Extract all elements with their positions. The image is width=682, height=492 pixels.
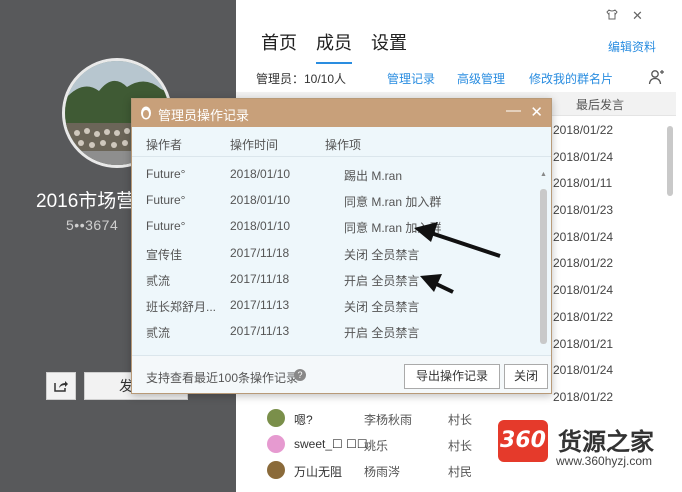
- last-speak-date: 2018/01/22: [553, 256, 614, 271]
- member-avatar: [266, 434, 286, 454]
- member-avatar-fill: [267, 409, 285, 427]
- row-operator: 班长郑舒月...: [146, 299, 217, 314]
- row-operator: 贰流: [146, 326, 171, 341]
- dialog-titlebar[interactable]: 管理员操作记录 — ✕: [132, 99, 551, 127]
- group-name: 2016市场营: [36, 191, 136, 212]
- row-time: 2018/01/10: [230, 219, 291, 234]
- table-row: Future° 2018/01/10 踢出 M.ran: [132, 160, 551, 186]
- admin-log-dialog: 管理员操作记录 — ✕ 操作者 操作时间 操作项 Future° 2018/01…: [131, 98, 552, 394]
- share-icon: [54, 381, 68, 392]
- table-row: 班长郑舒月... 2017/11/13 关闭 全员禁言: [132, 291, 551, 317]
- dialog-minimize-icon[interactable]: —: [506, 102, 521, 119]
- row-operator: Future°: [146, 219, 186, 234]
- member-card: 杨雨涔: [364, 465, 401, 479]
- table-row: 贰流 2017/11/18 开启 全员禁言: [132, 265, 551, 291]
- col-action: 操作项: [325, 138, 362, 152]
- watermark-logo: 360: [498, 420, 548, 462]
- dialog-close-icon[interactable]: ✕: [530, 103, 543, 121]
- row-time: 2018/01/10: [230, 167, 291, 181]
- admin-count: 管理员：10/10人: [256, 72, 347, 86]
- row-action: 同意 M.ran 加入群: [344, 195, 442, 210]
- member-list-scrollbar[interactable]: [667, 118, 673, 418]
- qq-penguin-icon: [140, 105, 152, 123]
- shirt-icon[interactable]: [606, 8, 618, 23]
- dialog-title: 管理员操作记录: [158, 108, 250, 123]
- main-tabs: 首页 成员 设置: [261, 29, 407, 64]
- close-dialog-button[interactable]: 关闭: [504, 364, 548, 389]
- row-operator: 宣传佳: [146, 247, 183, 262]
- member-nick: 嗯?: [294, 413, 313, 427]
- last-speak-date: 2018/01/24: [553, 363, 614, 378]
- last-speak-date: 2018/01/24: [553, 149, 614, 164]
- help-icon[interactable]: ?: [294, 369, 306, 381]
- last-speak-column: 2018/01/22 2018/01/24 2018/01/11 2018/01…: [553, 117, 613, 411]
- row-time: 2017/11/13: [230, 324, 290, 339]
- admin-toolbar: 管理员：10/10人 管理记录 高级管理 修改我的群名片: [256, 70, 666, 86]
- row-time: 2017/11/13: [230, 297, 290, 312]
- group-id: 5••3674: [66, 217, 119, 233]
- dialog-table-header: 操作者 操作时间 操作项: [132, 127, 551, 157]
- last-speak-date: 2018/01/24: [553, 283, 614, 298]
- last-speak-date: 2018/01/11: [553, 176, 613, 191]
- tab-settings[interactable]: 设置: [371, 29, 407, 64]
- records-hint: 支持查看最近100条操作记录: [146, 371, 299, 385]
- row-action: 同意 M.ran 加入群: [344, 221, 442, 236]
- row-time: 2018/01/10: [230, 193, 291, 208]
- dialog-table-body: Future° 2018/01/10 踢出 M.ran Future° 2018…: [132, 157, 551, 343]
- row-action: 关闭 全员禁言: [344, 299, 420, 314]
- table-row: Future° 2018/01/10 同意 M.ran 加入群: [132, 212, 551, 238]
- table-row: 贰流 2017/11/13 开启 全员禁言: [132, 317, 551, 343]
- col-operator: 操作者: [146, 138, 183, 152]
- edit-my-card-link[interactable]: 修改我的群名片: [529, 70, 613, 87]
- last-speak-date: 2018/01/22: [553, 123, 614, 137]
- tab-home[interactable]: 首页: [261, 29, 297, 64]
- row-operator: Future°: [146, 193, 186, 208]
- last-speak-header[interactable]: 最后发言: [576, 96, 624, 113]
- watermark-text: 货源之家: [558, 429, 654, 456]
- row-action: 开启 全员禁言: [344, 273, 420, 288]
- row-action: 关闭 全员禁言: [344, 247, 420, 262]
- tab-members[interactable]: 成员: [316, 29, 352, 64]
- member-row[interactable]: 万山无阻 杨雨涔 村民: [266, 457, 596, 483]
- watermark-url: www.360hyzj.com: [556, 454, 653, 468]
- admin-records-link[interactable]: 管理记录: [387, 70, 435, 87]
- member-card: 李杨秋雨: [364, 413, 413, 427]
- dialog-footer: 支持查看最近100条操作记录 ? 导出操作记录 关闭: [132, 355, 551, 393]
- member-avatar: [266, 460, 286, 480]
- member-role: 村民: [448, 465, 473, 479]
- member-role: 村长: [448, 413, 473, 427]
- col-time: 操作时间: [230, 138, 279, 152]
- member-avatar: [266, 408, 286, 428]
- window-close-icon[interactable]: ✕: [632, 8, 643, 24]
- advanced-manage-link[interactable]: 高级管理: [457, 70, 505, 87]
- row-time: 2017/11/18: [230, 271, 290, 286]
- row-action: 踢出 M.ran: [344, 169, 403, 183]
- last-speak-date: 2018/01/22: [553, 309, 614, 324]
- last-speak-date: 2018/01/24: [553, 229, 614, 244]
- member-card: 姚乐: [364, 439, 389, 453]
- table-row: 宣传佳 2017/11/18 关闭 全员禁言: [132, 239, 551, 265]
- row-operator: 贰流: [146, 273, 171, 288]
- last-speak-date: 2018/01/21: [553, 336, 614, 351]
- share-button[interactable]: [46, 372, 76, 400]
- row-action: 开启 全员禁言: [344, 326, 420, 341]
- member-nick: 万山无阻: [294, 465, 343, 479]
- member-nick: sweet_☐ ☐☐: [294, 437, 368, 451]
- row-time: 2017/11/18: [230, 245, 290, 260]
- member-avatar-fill: [267, 461, 285, 479]
- last-speak-date: 2018/01/23: [553, 203, 614, 218]
- add-member-icon[interactable]: [648, 69, 664, 88]
- export-records-button[interactable]: 导出操作记录: [404, 364, 500, 389]
- member-avatar-fill: [267, 435, 285, 453]
- member-role: 村长: [448, 439, 473, 453]
- edit-profile-link[interactable]: 编辑资料: [608, 38, 656, 55]
- table-row: Future° 2018/01/10 同意 M.ran 加入群: [132, 186, 551, 212]
- scroll-up-icon[interactable]: ▲: [540, 171, 547, 178]
- row-operator: Future°: [146, 167, 186, 181]
- dialog-scrollbar[interactable]: ▲ ▼: [540, 171, 547, 361]
